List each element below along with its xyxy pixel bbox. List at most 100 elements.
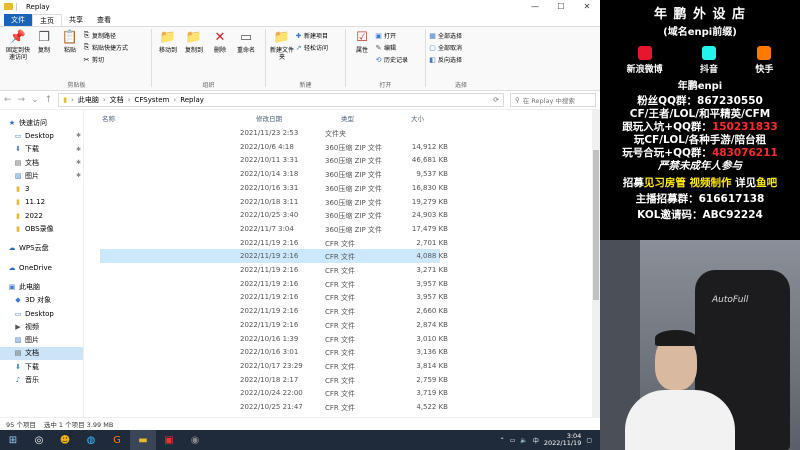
- file-row[interactable]: 10.252022/10/25 3:40360压缩 ZIP 文件24,903 K…: [100, 208, 448, 222]
- file-row[interactable]: 20221118-22.10 北部滚塌战怼5分30秒...2022/11/19 …: [100, 263, 448, 277]
- nav-item[interactable]: ♪ 音乐: [0, 373, 83, 386]
- clock[interactable]: 3:04 2022/11/19: [544, 433, 581, 447]
- file-row[interactable]: 10.142022/10/14 3:18360压缩 ZIP 文件9,537 KB: [100, 167, 448, 181]
- file-row[interactable]: 20221118-22.35-北部-伊昭就要闻-全程...2022/11/19 …: [100, 290, 448, 304]
- volume-icon[interactable]: 🔈: [520, 437, 527, 444]
- nav-item[interactable]: ◆ 3D 对象: [0, 294, 83, 307]
- edge-icon[interactable]: ◍: [78, 430, 104, 450]
- paste-shortcut-button[interactable]: ⎘ 粘贴快捷方式: [83, 43, 128, 52]
- select-none-button[interactable]: ▢ 全部取消: [429, 43, 462, 53]
- forward-arrow-icon[interactable]: →: [18, 95, 26, 105]
- rename-button[interactable]: ▭ 重命名: [233, 29, 259, 87]
- column-size[interactable]: 大小: [411, 113, 424, 123]
- file-row[interactable]: 20221118-22.30-北部-伊昭就要闻-全程...2022/11/19 …: [100, 277, 448, 291]
- file-row[interactable]: 10.22022/10/6 4:18360压缩 ZIP 文件14,912 KB: [100, 140, 448, 154]
- nav-item[interactable]: ▭ Desktop ✱: [0, 129, 83, 142]
- file-row[interactable]: CFReplay20221024_0000.cfr2022/10/24 22:0…: [100, 386, 448, 400]
- nav-item[interactable]: ▶ 视频: [0, 320, 83, 333]
- search-input[interactable]: ⚲ 在 Replay 中搜索: [510, 93, 596, 107]
- vertical-scrollbar[interactable]: [592, 110, 600, 417]
- breadcrumb-replay[interactable]: Replay: [180, 96, 204, 104]
- nav-item[interactable]: ▮ 2022: [0, 209, 83, 222]
- pin-quick-access-button[interactable]: 📌 固定到快速访问: [5, 29, 31, 87]
- play-group-line: 跟玩入坑+QQ群：150231833: [600, 121, 800, 134]
- file-row[interactable]: CFReplay20221018_0000.cfr2022/10/18 2:17…: [100, 373, 448, 387]
- cut-button[interactable]: ✂ 剪切: [83, 55, 128, 65]
- file-row[interactable]: 11.52022/11/7 3:04360压缩 ZIP 文件17,479 KB: [100, 222, 448, 236]
- properties-button[interactable]: ☑ 属性: [349, 29, 375, 87]
- nav-item[interactable]: ▣ 此电脑: [0, 280, 83, 293]
- file-row[interactable]: 演员2021/11/23 2:53文件夹: [100, 126, 440, 140]
- open-button[interactable]: ▣ 打开: [375, 31, 408, 41]
- network-icon[interactable]: ▭: [510, 437, 516, 444]
- g-app-icon[interactable]: G: [104, 430, 130, 450]
- tab-share[interactable]: 共享: [62, 14, 90, 26]
- minimize-button[interactable]: —: [522, 2, 548, 11]
- file-row[interactable]: CFReplay20221025_0000.cfr2022/10/25 21:4…: [100, 400, 448, 414]
- file-row[interactable]: 2022年11月18日 20：00分 北部 id：金...2022/11/19 …: [100, 236, 448, 250]
- game-app-icon[interactable]: ◉: [182, 430, 208, 450]
- folder-icon: ▮: [63, 96, 68, 104]
- copy-to-button[interactable]: 📁 复制到: [181, 29, 207, 87]
- column-name[interactable]: 名称: [102, 113, 115, 123]
- address-bar[interactable]: ▮ › 此电脑 › 文档 › CFSystem › Replay ⟳: [58, 93, 504, 107]
- column-date[interactable]: 修改日期: [256, 113, 282, 123]
- task-view-icon[interactable]: ◎: [26, 430, 52, 450]
- file-row[interactable]: 20221118山东一区无情砸头透视.cfr2022/11/19 2:16CFR…: [100, 318, 448, 332]
- tab-file[interactable]: 文件: [4, 14, 32, 26]
- nav-item[interactable]: ▤ 文档: [0, 346, 83, 361]
- nav-item[interactable]: ☁ WPS云盘: [0, 242, 83, 255]
- tab-home[interactable]: 主页: [32, 14, 62, 26]
- start-windows-icon[interactable]: ⊞: [0, 430, 26, 450]
- paste-button[interactable]: 📋 粘贴: [57, 29, 83, 87]
- edit-button[interactable]: ✎ 编辑: [375, 43, 408, 53]
- nav-item[interactable]: ▮ OBS录像: [0, 222, 83, 235]
- select-all-button[interactable]: ▦ 全部选择: [429, 31, 462, 41]
- file-row[interactable]: CFReplay20221016_0000.cfr2022/10/16 1:39…: [100, 332, 448, 346]
- file-row[interactable]: 10.182022/10/18 3:11360压缩 ZIP 文件19,279 K…: [100, 195, 448, 209]
- back-arrow-icon[interactable]: ←: [4, 95, 12, 105]
- invert-selection-button[interactable]: ◧ 反向选择: [429, 55, 462, 65]
- file-row[interactable]: 10.152022/10/16 3:31360压缩 ZIP 文件16,830 K…: [100, 181, 448, 195]
- nav-item[interactable]: ▮ 11.12: [0, 196, 83, 209]
- nav-item[interactable]: ▭ Desktop: [0, 307, 83, 320]
- column-type[interactable]: 类型: [341, 113, 354, 123]
- history-button[interactable]: ⟲ 历史记录: [375, 55, 408, 65]
- close-button[interactable]: ✕: [574, 2, 600, 11]
- nav-item[interactable]: ▨ 图片: [0, 333, 83, 346]
- move-to-button[interactable]: 📁 移动到: [155, 29, 181, 87]
- file-row[interactable]: CFReplay20221016_0001.cfr2022/10/16 3:01…: [100, 345, 448, 359]
- file-row[interactable]: CFReplay20221017_0001.cfr2022/10/17 23:2…: [100, 359, 448, 373]
- refresh-icon[interactable]: ⟳: [493, 96, 499, 104]
- copy-button[interactable]: ❐ 复制: [31, 29, 57, 87]
- breadcrumb-cfsystem[interactable]: CFSystem: [134, 96, 169, 104]
- nav-item[interactable]: ⬇ 下载: [0, 360, 83, 373]
- file-row[interactable]: 20221118-22.40-部-恐伊（每个点不会...2022/11/19 2…: [100, 304, 448, 318]
- up-arrow-icon[interactable]: ↑: [45, 95, 53, 105]
- file-row[interactable]: 10.82022/10/11 3:31360压缩 ZIP 文件46,681 KB: [100, 153, 448, 167]
- new-folder-button[interactable]: 📁 新建文件夹: [269, 29, 295, 87]
- maximize-button[interactable]: ☐: [548, 2, 574, 11]
- file-explorer-icon[interactable]: ▬: [130, 430, 156, 450]
- breadcrumb-this-pc[interactable]: 此电脑: [78, 95, 99, 105]
- input-language[interactable]: 中: [533, 436, 539, 445]
- nav-item[interactable]: ▤ 文档 ✱: [0, 156, 83, 169]
- chevron-down-icon[interactable]: ⌄: [31, 95, 39, 105]
- record-app-icon[interactable]: ▣: [156, 430, 182, 450]
- chevron-up-icon[interactable]: ⌃: [500, 437, 505, 444]
- file-row[interactable]: 20221117山东一区a1345684326第一位在家自动下包.cfr2022…: [100, 249, 448, 263]
- app-icon[interactable]: ☻: [52, 430, 78, 450]
- nav-item[interactable]: ☁ OneDrive: [0, 261, 83, 274]
- copy-path-button[interactable]: ⎘ 复制路径: [83, 31, 128, 40]
- nav-item[interactable]: ▮ 3: [0, 182, 83, 195]
- tab-view[interactable]: 查看: [90, 14, 118, 26]
- easy-access-button[interactable]: ↗ 轻松访问: [295, 43, 328, 53]
- notification-icon[interactable]: ▢: [586, 437, 592, 444]
- breadcrumb-documents[interactable]: 文档: [110, 95, 124, 105]
- nav-item[interactable]: ⬇ 下载 ✱: [0, 143, 83, 156]
- delete-button[interactable]: ✕ 删除: [207, 29, 233, 87]
- nav-item[interactable]: ▨ 图片 ✱: [0, 169, 83, 182]
- nav-item[interactable]: ★ 快速访问: [0, 116, 83, 129]
- scrollbar-thumb[interactable]: [593, 150, 599, 300]
- new-item-button[interactable]: ✚ 新建项目: [295, 31, 328, 41]
